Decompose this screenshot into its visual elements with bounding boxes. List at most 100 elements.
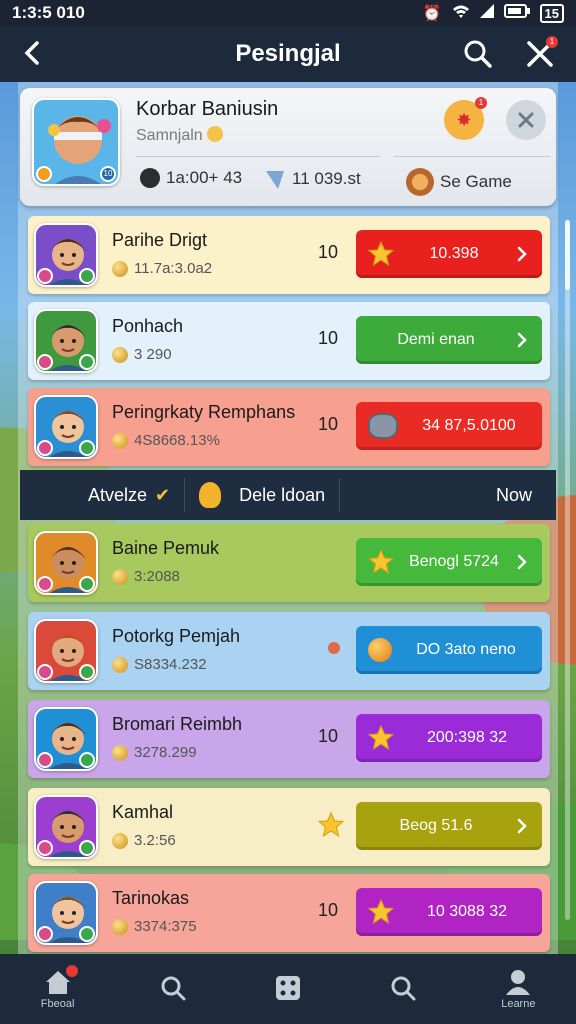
- nav-item-home[interactable]: Fbeoal: [28, 964, 88, 1010]
- chevron-right-icon: [517, 332, 527, 348]
- pot-icon: [368, 413, 398, 439]
- row-action-button[interactable]: Demi enan: [356, 316, 542, 364]
- leaderboard-row[interactable]: Baine Pemuk 3:2088 Benogl 5724: [28, 524, 550, 602]
- avatar-badge-right: [79, 926, 95, 942]
- player-avatar[interactable]: [34, 395, 98, 459]
- stat-right-value: Se Game: [440, 172, 512, 191]
- player-name: Tarinokas: [112, 888, 190, 908]
- row-action-button[interactable]: 10 3088 32: [356, 888, 542, 936]
- wifi-icon: [452, 4, 470, 22]
- player-avatar[interactable]: [34, 531, 98, 595]
- player-score-value: S8334.232: [134, 656, 207, 673]
- row-action-button[interactable]: 200:398 32: [356, 714, 542, 762]
- scrollbar[interactable]: [565, 220, 570, 920]
- row-action-label: Benogl 5724: [409, 553, 499, 570]
- tab-active-label: Atvelze: [88, 484, 148, 505]
- row-action-button[interactable]: Beog 51.6: [356, 802, 542, 850]
- header-search-button[interactable]: [462, 38, 494, 70]
- player-score: 3.2:56: [112, 832, 176, 849]
- nav-item-search-2[interactable]: [373, 974, 433, 1005]
- profile-subtitle-text: Samnjaln: [136, 127, 203, 144]
- stat-mid-value: 11 039.st: [292, 169, 361, 188]
- status-right-label: 15: [539, 3, 564, 23]
- row-action-button[interactable]: 10.398: [356, 230, 542, 278]
- player-avatar[interactable]: [34, 707, 98, 771]
- dot-indicator: [328, 642, 340, 654]
- leaderboard-row[interactable]: Kamhal 3.2:56 Beog 51.6: [28, 788, 550, 866]
- player-name: Parihe Drigt: [112, 230, 208, 250]
- tab-delivery[interactable]: Dele ldoan: [199, 482, 325, 508]
- player-name: Ponhach: [112, 316, 184, 336]
- avatar-badge-right: [79, 354, 95, 370]
- nav-item-grid[interactable]: [258, 975, 318, 1004]
- row-action-label: 10.398: [429, 245, 479, 262]
- player-score: 4S8668.13%: [112, 432, 220, 449]
- profile-stat-left: 1a:00+ 43: [140, 168, 242, 188]
- leaderboard-row[interactable]: Bromari Reimbh 3278.299 10 200:398 32: [28, 700, 550, 778]
- user-icon: [504, 969, 532, 998]
- leaderboard-row[interactable]: Potorkg Pemjah S8334.232 DO 3ato neno: [28, 612, 550, 690]
- maple-leaf-icon: ✸: [456, 109, 472, 130]
- player-score-value: 11.7a:3.0a2: [134, 260, 213, 277]
- coin-icon: [112, 832, 128, 849]
- coin-icon: [112, 656, 128, 673]
- lion-icon: [406, 168, 434, 196]
- player-score-value: 3.2:56: [134, 832, 176, 849]
- bottom-nav: Fbeoal Learne: [0, 954, 576, 1024]
- back-button[interactable]: [16, 36, 50, 70]
- alarm-icon: ⏰: [422, 5, 442, 22]
- star-icon: [368, 725, 394, 751]
- player-avatar[interactable]: [34, 619, 98, 683]
- flag-icon: [266, 171, 284, 189]
- player-score-value: 3:2088: [134, 568, 180, 585]
- row-action-button[interactable]: Benogl 5724: [356, 538, 542, 586]
- player-score-value: 3374:375: [134, 918, 197, 935]
- row-action-label: 34 87,5.0100: [422, 417, 516, 434]
- nav-item-user[interactable]: Learne: [488, 969, 548, 1010]
- nav-item-search[interactable]: [143, 974, 203, 1005]
- profile-stat-right[interactable]: Se Game: [406, 168, 512, 196]
- leaderboard-row[interactable]: Parihe Drigt 11.7a:3.0a2 10 10.398: [28, 216, 550, 294]
- avatar-badge-left: [36, 166, 52, 182]
- avatar-badge-right: [79, 840, 95, 856]
- coin-icon: [112, 918, 128, 935]
- player-score: 3278.299: [112, 744, 197, 761]
- row-action-button[interactable]: 34 87,5.0100: [356, 402, 542, 450]
- player-name: Bromari Reimbh: [112, 714, 243, 734]
- status-time: 1:3:5 010: [12, 3, 85, 22]
- avatar-badge-left: [37, 268, 53, 284]
- nav-label: Fbeoal: [40, 997, 75, 1010]
- tab-now[interactable]: Now: [496, 485, 532, 506]
- player-name: Potorkg Pemjah: [112, 626, 241, 646]
- profile-avatar[interactable]: 10: [32, 98, 120, 186]
- scroll-thumb[interactable]: [565, 220, 570, 290]
- tab-active[interactable]: Atvelze ✔: [88, 485, 170, 506]
- shield-icon: [199, 482, 222, 508]
- profile-divider-2: [394, 156, 550, 157]
- player-avatar[interactable]: [34, 795, 98, 859]
- avatar-badge-right: [79, 440, 95, 456]
- player-name: Peringrkaty Remphans: [112, 402, 296, 422]
- player-avatar[interactable]: [34, 309, 98, 373]
- reward-button[interactable]: ✸ 1: [444, 97, 487, 140]
- row-action-label: 200:398 32: [426, 729, 508, 746]
- leaderboard-row[interactable]: Ponhach 3 290 10 Demi enan: [28, 302, 550, 380]
- row-action-label: Beog 51.6: [399, 817, 473, 834]
- player-avatar[interactable]: [34, 881, 98, 945]
- search-icon: [159, 974, 187, 1005]
- leaderboard-row[interactable]: Tarinokas 3374:375 10 10 3088 32: [28, 874, 550, 952]
- chevron-right-icon: [517, 554, 527, 570]
- player-score-value: 3 290: [134, 346, 172, 363]
- row-action-button[interactable]: DO 3ato neno: [356, 626, 542, 674]
- profile-name: Korbar Baniusin: [136, 98, 279, 120]
- row-action-label: Demi enan: [397, 331, 475, 348]
- player-score: S8334.232: [112, 656, 207, 673]
- profile-close-button[interactable]: [506, 100, 546, 140]
- orb-icon: [368, 638, 392, 662]
- leaderboard-row[interactable]: Peringrkaty Remphans 4S8668.13% 10 34 87…: [28, 388, 550, 466]
- header-close-button[interactable]: 1: [522, 36, 558, 72]
- tab-divider: [184, 478, 186, 512]
- player-avatar[interactable]: [34, 223, 98, 287]
- player-score: 3:2088: [112, 568, 180, 585]
- signal-icon: [479, 4, 494, 22]
